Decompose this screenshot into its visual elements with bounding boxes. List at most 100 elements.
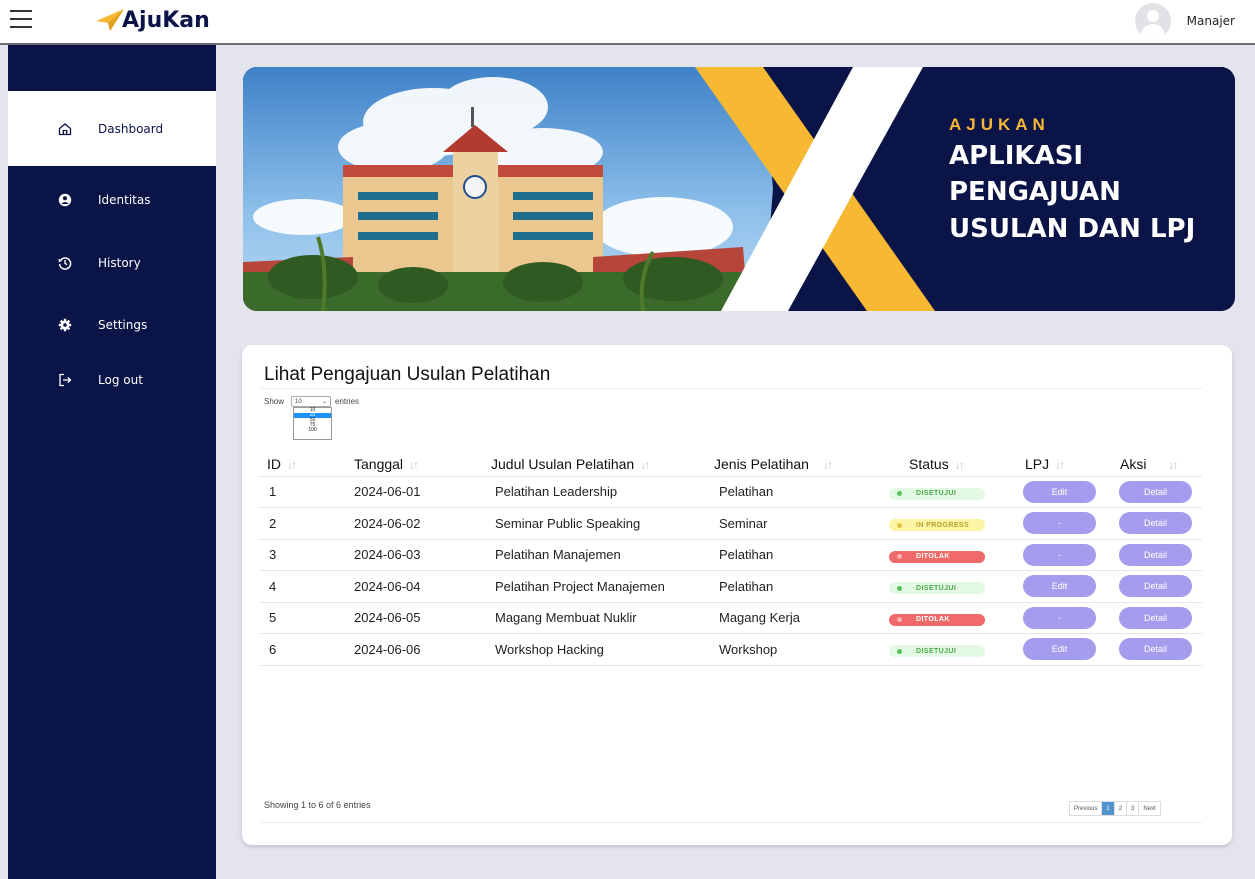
cell-date: 2024-06-04 (344, 570, 481, 602)
sidebar-item-dashboard[interactable]: Dashboard (8, 91, 216, 166)
divider (260, 822, 1202, 823)
cell-lpj: Edit (1013, 570, 1108, 602)
sort-icon: ↓↑ (409, 457, 419, 472)
cell-action: Detail (1108, 601, 1202, 634)
cell-id: 1 (260, 475, 344, 508)
table-row: 6 2024-06-06 Workshop Hacking Workshop D… (260, 633, 1202, 666)
cell-type: Magang Kerja (709, 601, 889, 634)
column-header-jenis[interactable]: Jenis Pelatihan ↓↑ (709, 452, 889, 476)
hamburger-menu-icon[interactable] (10, 10, 32, 30)
table-row: 4 2024-06-04 Pelatihan Project Manajemen… (260, 570, 1202, 602)
cell-action: Detail (1108, 570, 1202, 602)
lpj-edit-button[interactable]: Edit (1023, 480, 1096, 503)
submissions-table: ID ↓↑ Tanggal ↓↑ Judul Usulan Pelatihan ↓↑ … (260, 452, 1202, 666)
pagination-next[interactable]: Next (1139, 802, 1159, 815)
cell-type: Workshop (709, 633, 889, 666)
sidebar-item-label: Identitas (98, 193, 151, 207)
cell-action: Detail (1108, 475, 1202, 508)
page-size-select[interactable]: 10 ⌄ (291, 396, 332, 407)
cell-status: DISETUJUI (889, 475, 1013, 508)
gear-icon (58, 318, 72, 332)
status-badge: DISETUJUI (889, 487, 985, 500)
banner-line2: PENGAJUAN (949, 177, 1121, 207)
top-bar: AjuKan Manajer (0, 0, 1255, 45)
sort-icon: ↓↑ (822, 457, 833, 472)
cell-lpj: - (1013, 538, 1108, 571)
detail-button[interactable]: Detail (1119, 575, 1192, 598)
sidebar-item-identitas[interactable]: Identitas (8, 176, 216, 224)
lpj-disabled-button[interactable]: - (1023, 606, 1096, 629)
sidebar-item-label: Log out (98, 373, 143, 387)
cell-id: 3 (260, 538, 344, 571)
page-size-control: Show 10 ⌄ entries (264, 396, 359, 407)
sidebar: Dashboard Identitas History Settings Log… (8, 45, 216, 879)
lpj-disabled-button[interactable]: - (1023, 543, 1096, 566)
column-header-lpj[interactable]: LPJ ↓↑ (1013, 452, 1108, 476)
pagination-page-2[interactable]: 2 (1115, 802, 1128, 815)
pagination-previous[interactable]: Previous (1070, 802, 1103, 815)
sidebar-item-logout[interactable]: Log out (8, 356, 216, 404)
paper-plane-logo-icon (96, 9, 124, 31)
status-badge: DISETUJUI (889, 645, 985, 657)
page-title: Lihat Pengajuan Usulan Pelatihan (264, 364, 551, 385)
banner-line3: USULAN DAN LPJ (949, 214, 1195, 244)
user-menu[interactable]: Manajer (1134, 3, 1235, 39)
table-row: 5 2024-06-05 Magang Membuat Nuklir Magan… (260, 601, 1202, 634)
history-icon (58, 257, 72, 270)
detail-button[interactable]: Detail (1119, 543, 1192, 566)
detail-button[interactable]: Detail (1119, 512, 1192, 535)
home-icon (58, 122, 72, 135)
cell-status: IN PROGRESS (889, 507, 1013, 539)
pagination-page-1[interactable]: 1 (1102, 802, 1115, 815)
pagination-page-3[interactable]: 3 (1127, 802, 1140, 815)
cell-action: Detail (1108, 633, 1202, 666)
sidebar-item-history[interactable]: History (8, 239, 216, 287)
sidebar-item-settings[interactable]: Settings (8, 301, 216, 349)
detail-button[interactable]: Detail (1119, 638, 1192, 661)
sidebar-item-label: Settings (98, 318, 148, 332)
column-header-judul[interactable]: Judul Usulan Pelatihan ↓↑ (481, 452, 709, 476)
show-label: Show (264, 397, 285, 406)
entries-summary: Showing 1 to 6 of 6 entries (264, 800, 371, 810)
avatar[interactable] (1134, 3, 1171, 39)
cell-status: DISETUJUI (889, 633, 1013, 666)
table-header-row: ID ↓↑ Tanggal ↓↑ Judul Usulan Pelatihan ↓↑ … (260, 452, 1202, 476)
status-badge: DISETUJUI (889, 582, 985, 594)
status-badge: IN PROGRESS (889, 519, 985, 531)
lpj-disabled-button[interactable]: - (1023, 512, 1096, 535)
cell-action: Detail (1108, 507, 1202, 539)
column-header-tanggal[interactable]: Tanggal ↓↑ (344, 452, 481, 476)
app-logo[interactable]: AjuKan (96, 5, 210, 35)
column-header-status[interactable]: Status ↓↑ (889, 452, 1013, 476)
cell-status: DITOLAK (889, 538, 1013, 571)
sort-icon: ↓↑ (640, 457, 650, 472)
campus-banner-image: AJUKAN APLIKASI PENGAJUAN USULAN DAN LPJ (243, 67, 1235, 311)
table-row: 2 2024-06-02 Seminar Public Speaking Sem… (260, 507, 1202, 539)
cell-type: Pelatihan (709, 475, 889, 508)
lpj-edit-button[interactable]: Edit (1023, 575, 1096, 598)
cell-id: 4 (260, 570, 344, 602)
detail-button[interactable]: Detail (1119, 480, 1192, 503)
cell-type: Pelatihan (709, 570, 889, 602)
cell-status: DISETUJUI (889, 570, 1013, 602)
status-badge: DITOLAK (889, 550, 985, 563)
lpj-edit-button[interactable]: Edit (1023, 638, 1096, 661)
column-header-id[interactable]: ID ↓↑ (260, 452, 344, 476)
cell-date: 2024-06-05 (344, 601, 481, 634)
cell-id: 5 (260, 601, 344, 634)
user-name: Manajer (1186, 14, 1235, 28)
submissions-card: Lihat Pengajuan Usulan Pelatihan Show 10… (242, 345, 1232, 845)
cell-date: 2024-06-06 (344, 633, 481, 666)
cell-title: Seminar Public Speaking (481, 507, 709, 539)
brand-name: AjuKan (122, 7, 210, 33)
status-badge: DITOLAK (889, 613, 985, 626)
column-header-aksi[interactable]: Aksi ↓↑ (1108, 452, 1202, 476)
sort-icon: ↓↑ (287, 457, 297, 472)
detail-button[interactable]: Detail (1119, 606, 1192, 629)
page-size-option[interactable]: 100 (294, 428, 331, 433)
logout-icon (59, 373, 72, 387)
divider (260, 388, 1202, 389)
page-size-value: 10 (295, 398, 302, 405)
sort-icon: ↓↑ (954, 457, 965, 472)
chevron-down-icon: ⌄ (321, 399, 328, 405)
